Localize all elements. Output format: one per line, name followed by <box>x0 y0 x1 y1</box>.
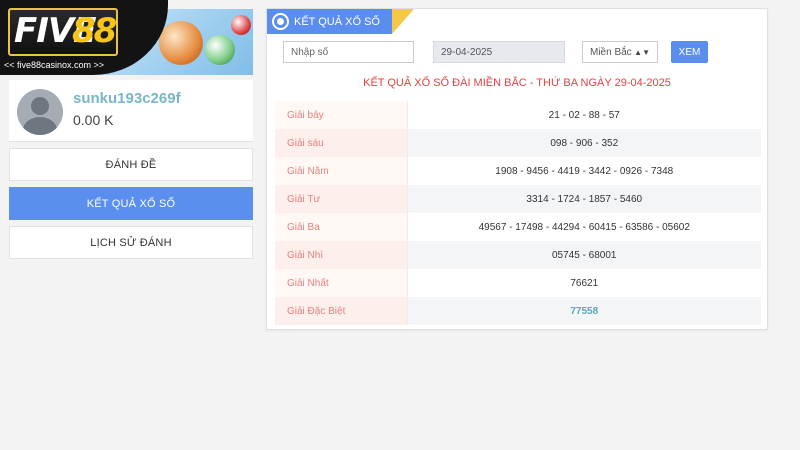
prize-numbers: 76621 <box>407 269 761 297</box>
sidebar-item-label: ĐÁNH ĐỀ <box>105 158 157 171</box>
lottery-ball-icon <box>205 35 235 65</box>
logo-number: 88 <box>72 11 117 51</box>
panel-header: KẾT QUẢ XỔ SỐ <box>267 9 414 34</box>
prize-name: Giải Đặc Biệt <box>275 297 408 325</box>
prize-numbers: 098 - 906 - 352 <box>407 129 761 157</box>
sidebar-item-label: LỊCH SỬ ĐÁNH <box>90 236 172 249</box>
prize-numbers: 77558 <box>407 297 761 325</box>
lottery-ball-icon <box>159 21 203 65</box>
table-row: Giải Tư 3314 - 1724 - 1857 - 5460 <box>275 185 761 213</box>
prize-name: Giải Nhất <box>275 269 408 297</box>
prize-numbers: 21 - 02 - 88 - 57 <box>407 101 761 129</box>
lottery-ball-icon <box>231 15 251 35</box>
table-row: Giải bảy 21 - 02 - 88 - 57 <box>275 101 761 129</box>
sidebar-item-label: KẾT QUẢ XỔ SỐ <box>86 197 176 210</box>
prize-name: Giải Tư <box>275 185 408 213</box>
user-profile-card: sunku193c269f 0.00 K <box>9 80 253 142</box>
avatar[interactable] <box>17 89 63 135</box>
prize-name: Giải bảy <box>275 101 408 129</box>
results-table: Giải bảy 21 - 02 - 88 - 57 Giải sáu 098 - 9… <box>275 101 761 325</box>
lottery-results-panel: KẾT QUẢ XỔ SỐ 29-04-2025 Miền Bắc ▲▼ XEM… <box>266 8 768 330</box>
prize-name: Giải Năm <box>275 157 408 185</box>
select-arrows-icon: ▲▼ <box>634 47 650 57</box>
user-silhouette-icon <box>23 117 57 135</box>
region-select[interactable]: Miền Bắc ▲▼ <box>582 41 658 63</box>
view-results-button[interactable]: XEM <box>671 41 708 63</box>
table-row: Giải Năm 1908 - 9456 - 4419 - 3442 - 0926… <box>275 157 761 185</box>
table-row: Giải Ba 49567 - 17498 - 44294 - 60415 - 6… <box>275 213 761 241</box>
region-value: Miền Bắc <box>590 46 632 58</box>
user-silhouette-icon <box>31 97 49 115</box>
date-field[interactable]: 29-04-2025 <box>433 41 565 63</box>
table-row: Giải Nhì 05745 - 68001 <box>275 241 761 269</box>
prize-name: Giải Ba <box>275 213 408 241</box>
table-row: Giải sáu 098 - 906 - 352 <box>275 129 761 157</box>
table-row: Giải Đặc Biệt 77558 <box>275 297 761 325</box>
sidebar-item-bet-history[interactable]: LỊCH SỬ ĐÁNH <box>9 226 253 259</box>
sidebar-item-place-bet[interactable]: ĐÁNH ĐỀ <box>9 148 253 181</box>
panel-title: KẾT QUẢ XỔ SỐ <box>294 15 380 28</box>
prize-numbers: 05745 - 68001 <box>407 241 761 269</box>
prize-name: Giải Nhì <box>275 241 408 269</box>
username: sunku193c269f <box>73 90 181 107</box>
result-heading: KẾT QUẢ XỔ SỐ ĐÀI MIỀN BẮC - THỨ BA NGÀY… <box>363 77 671 89</box>
account-balance: 0.00 K <box>73 112 114 128</box>
number-search-input[interactable] <box>283 41 414 63</box>
sidebar-item-lottery-results[interactable]: KẾT QUẢ XỔ SỐ <box>9 187 253 220</box>
table-row: Giải Nhất 76621 <box>275 269 761 297</box>
prize-name: Giải sáu <box>275 129 408 157</box>
prize-numbers: 3314 - 1724 - 1857 - 5460 <box>407 185 761 213</box>
logo-url: << five88casinox.com >> <box>4 60 105 70</box>
lottery-globe-icon <box>272 13 289 30</box>
prize-numbers: 1908 - 9456 - 4419 - 3442 - 0926 - 7348 <box>407 157 761 185</box>
date-value: 29-04-2025 <box>441 46 493 58</box>
prize-numbers: 49567 - 17498 - 44294 - 60415 - 63586 - … <box>407 213 761 241</box>
